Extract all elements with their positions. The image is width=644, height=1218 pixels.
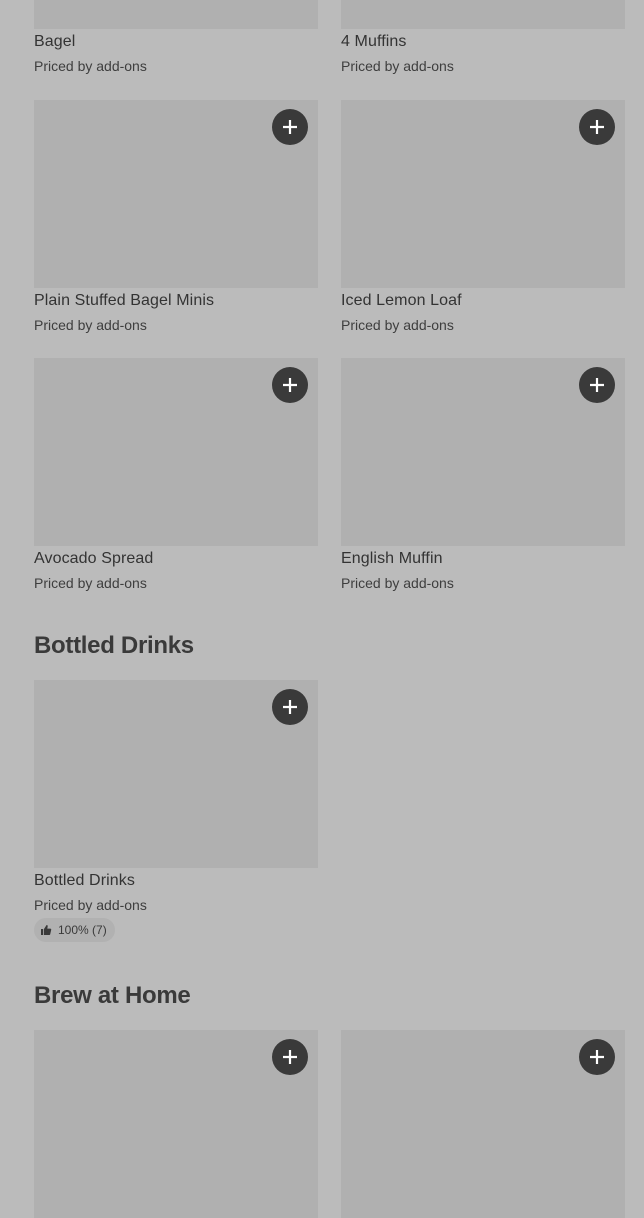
menu-page: Bagel Priced by add-ons 4 Muffins Priced… xyxy=(0,0,644,1218)
item-price: Priced by add-ons xyxy=(34,897,147,913)
section-title-brew-at-home: Brew at Home xyxy=(34,982,191,1009)
item-price: Priced by add-ons xyxy=(34,575,147,591)
add-item-button[interactable] xyxy=(579,1039,615,1075)
plus-icon xyxy=(590,378,604,392)
item-name: Bagel xyxy=(34,33,76,50)
add-item-button[interactable] xyxy=(272,689,308,725)
plus-icon xyxy=(283,120,297,134)
plus-icon xyxy=(283,378,297,392)
add-item-button[interactable] xyxy=(272,367,308,403)
thumbs-up-icon xyxy=(41,925,52,935)
add-item-button[interactable] xyxy=(579,367,615,403)
item-name: Iced Lemon Loaf xyxy=(341,292,462,309)
item-image[interactable] xyxy=(34,0,318,29)
item-image[interactable] xyxy=(341,0,625,29)
item-name: 4 Muffins xyxy=(341,33,407,50)
add-item-button[interactable] xyxy=(579,109,615,145)
rating-text: 100% (7) xyxy=(58,923,107,937)
item-price: Priced by add-ons xyxy=(34,317,147,333)
item-price: Priced by add-ons xyxy=(341,575,454,591)
item-price: Priced by add-ons xyxy=(341,58,454,74)
item-price: Priced by add-ons xyxy=(34,58,147,74)
item-name: Avocado Spread xyxy=(34,550,154,567)
plus-icon xyxy=(283,700,297,714)
item-name: Plain Stuffed Bagel Minis xyxy=(34,292,215,309)
plus-icon xyxy=(590,120,604,134)
item-name: English Muffin xyxy=(341,550,443,567)
rating-badge: 100% (7) xyxy=(34,918,115,942)
add-item-button[interactable] xyxy=(272,1039,308,1075)
section-title-bottled-drinks: Bottled Drinks xyxy=(34,632,194,659)
plus-icon xyxy=(590,1050,604,1064)
add-item-button[interactable] xyxy=(272,109,308,145)
item-price: Priced by add-ons xyxy=(341,317,454,333)
plus-icon xyxy=(283,1050,297,1064)
item-name: Bottled Drinks xyxy=(34,872,135,889)
